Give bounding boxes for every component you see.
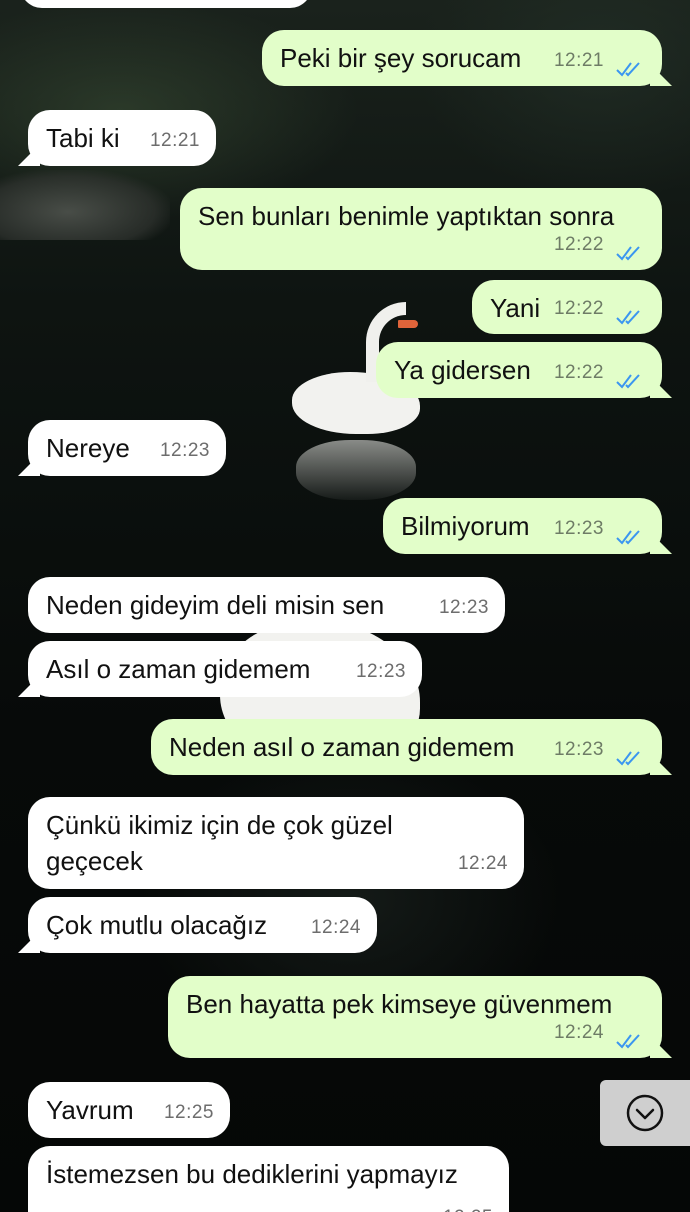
message-time: 12:22 (553, 362, 604, 383)
message-bubble-outgoing[interactable]: Peki bir şey sorucam 12:21 (262, 30, 662, 86)
message-bubble-incoming[interactable]: Asıl o zaman gidemem 12:23 (28, 641, 422, 697)
message-bubble-outgoing[interactable]: Ya gidersen 12:22 (376, 342, 662, 398)
message-text: Çok mutlu olacağız (46, 910, 268, 940)
message-text: Asıl o zaman gidemem (46, 654, 311, 684)
message-bubble-outgoing[interactable]: Ben hayatta pek kimseye güvenmem 12:24 (168, 976, 662, 1058)
message-time: 12:25 (163, 1102, 214, 1123)
message-text: Neden asıl o zaman gidemem (169, 732, 515, 762)
message-time: 12:23 (553, 518, 604, 539)
message-bubble-incoming[interactable]: İstemezsen bu dediklerini yapmayız 12:25 (28, 1146, 509, 1212)
double-check-icon (616, 530, 640, 545)
message-time: 12:24 (553, 1022, 604, 1043)
message-time: 12:21 (149, 130, 200, 151)
message-time: 12:22 (553, 234, 604, 255)
message-text: Neden gideyim deli misin sen (46, 590, 385, 620)
message-bubble-cutoff (20, 0, 312, 8)
message-bubble-incoming[interactable]: Neden gideyim deli misin sen 12:23 (28, 577, 505, 633)
double-check-icon (616, 1034, 640, 1049)
double-check-icon (616, 751, 640, 766)
message-bubble-outgoing[interactable]: Bilmiyorum 12:23 (383, 498, 662, 554)
message-time: 12:23 (159, 440, 210, 461)
message-text: Yavrum (46, 1095, 134, 1125)
scroll-to-bottom-button[interactable] (600, 1080, 690, 1146)
message-bubble-incoming[interactable]: Yavrum 12:25 (28, 1082, 230, 1138)
double-check-icon (616, 310, 640, 325)
message-time: 12:23 (355, 661, 406, 682)
message-time: 12:24 (310, 917, 361, 938)
message-text: Çünkü ikimiz için de çok güzel geçecek (46, 810, 393, 876)
message-bubble-incoming[interactable]: Tabi ki 12:21 (28, 110, 216, 166)
message-bubble-outgoing[interactable]: Yani 12:22 (472, 280, 662, 334)
message-time: 12:21 (553, 50, 604, 71)
message-time: 12:23 (553, 739, 604, 760)
chat-area: Peki bir şey sorucam 12:21 Tabi ki 12:21… (0, 0, 690, 1212)
message-text: Bilmiyorum (401, 511, 530, 541)
message-bubble-incoming[interactable]: Çok mutlu olacağız 12:24 (28, 897, 377, 953)
message-bubble-incoming[interactable]: Nereye 12:23 (28, 420, 226, 476)
message-text: Yani (490, 293, 541, 323)
message-text: Nereye (46, 433, 130, 463)
message-time: 12:22 (553, 298, 604, 319)
message-text: Ben hayatta pek kimseye güvenmem (186, 989, 613, 1019)
message-time: 12:23 (438, 597, 489, 618)
message-bubble-outgoing[interactable]: Neden asıl o zaman gidemem 12:23 (151, 719, 662, 775)
message-time: 12:24 (457, 853, 508, 874)
message-time: 12:25 (443, 1200, 493, 1212)
message-text: Tabi ki (46, 123, 120, 153)
message-bubble-outgoing[interactable]: Sen bunları benimle yaptıktan sonra 12:2… (180, 188, 662, 270)
double-check-icon (616, 374, 640, 389)
message-text: Peki bir şey sorucam (280, 43, 522, 73)
message-text: Sen bunları benimle yaptıktan sonra (198, 201, 615, 231)
message-bubble-incoming[interactable]: Çünkü ikimiz için de çok güzel geçecek 1… (28, 797, 524, 889)
message-text: Ya gidersen (394, 355, 531, 385)
message-text: İstemezsen bu dediklerini yapmayız (46, 1159, 458, 1189)
double-check-icon (616, 246, 640, 261)
double-check-icon (616, 62, 640, 77)
chevron-down-circle-icon (626, 1094, 664, 1132)
